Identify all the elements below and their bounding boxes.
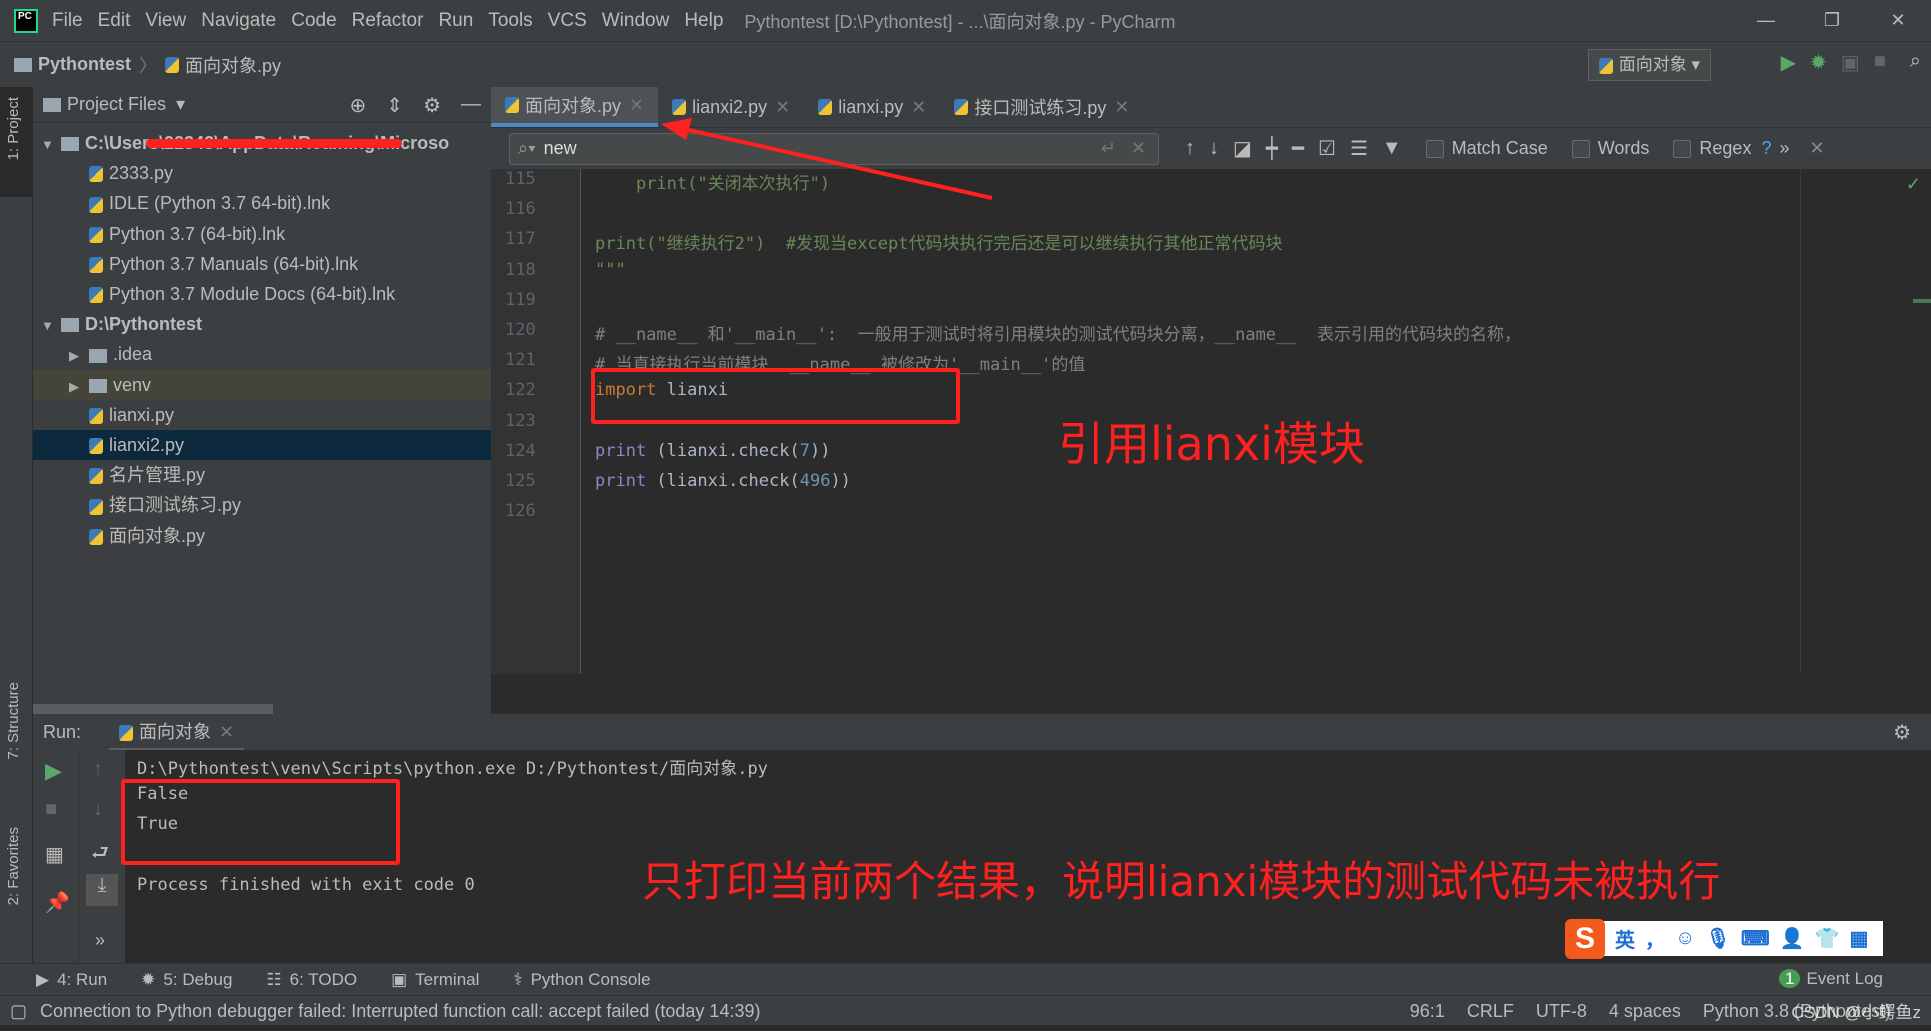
- annotation-arrow: [661, 118, 993, 200]
